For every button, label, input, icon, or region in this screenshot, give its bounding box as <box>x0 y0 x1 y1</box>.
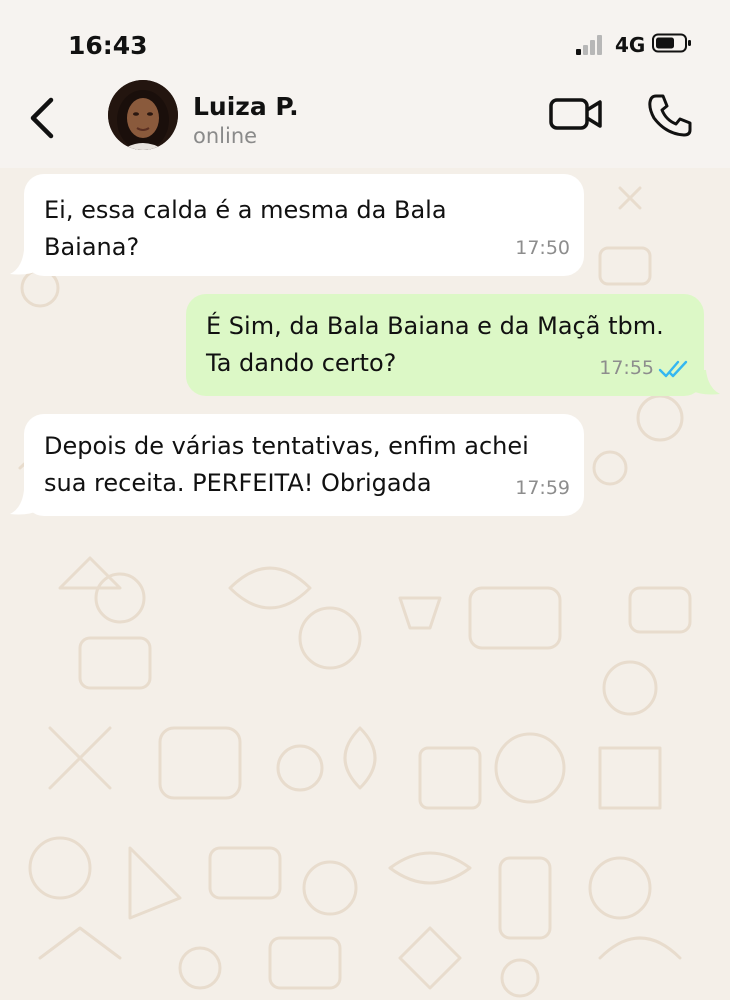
contact-avatar[interactable] <box>108 80 178 150</box>
signal-icon <box>576 33 610 55</box>
message-text: Ei, essa calda é a mesma da Bala Baiana? <box>44 196 447 261</box>
status-time: 16:43 <box>68 31 148 60</box>
message-bubble-incoming[interactable]: Depois de várias tentativas, enfim achei… <box>24 414 584 516</box>
chat-area[interactable]: Ei, essa calda é a mesma da Bala Baiana?… <box>0 168 730 1000</box>
message-meta: 17:55 <box>599 350 690 387</box>
message-time: 17:59 <box>515 477 570 499</box>
message-meta: 17:50 <box>515 230 570 267</box>
message-meta: 17:59 <box>515 470 570 507</box>
back-chevron-icon[interactable] <box>24 94 60 142</box>
network-type: 4G <box>615 33 646 57</box>
video-call-icon[interactable] <box>548 94 604 134</box>
wallpaper-doodles <box>18 186 692 998</box>
double-check-read-icon <box>658 360 688 377</box>
battery-icon <box>652 33 691 53</box>
chat-header: Luiza P. online <box>0 80 730 168</box>
status-bar: 16:43 4G <box>0 0 730 80</box>
message-text: Depois de várias tentativas, enfim achei… <box>44 432 529 497</box>
contact-name[interactable]: Luiza P. <box>193 92 299 121</box>
contact-status: online <box>193 124 258 148</box>
message-time: 17:50 <box>515 237 570 259</box>
voice-call-icon[interactable] <box>646 92 694 138</box>
message-bubble-outgoing[interactable]: É Sim, da Bala Baiana e da Maçã tbm. Ta … <box>186 294 704 396</box>
message-bubble-incoming[interactable]: Ei, essa calda é a mesma da Bala Baiana?… <box>24 174 584 276</box>
message-time: 17:55 <box>599 357 654 379</box>
